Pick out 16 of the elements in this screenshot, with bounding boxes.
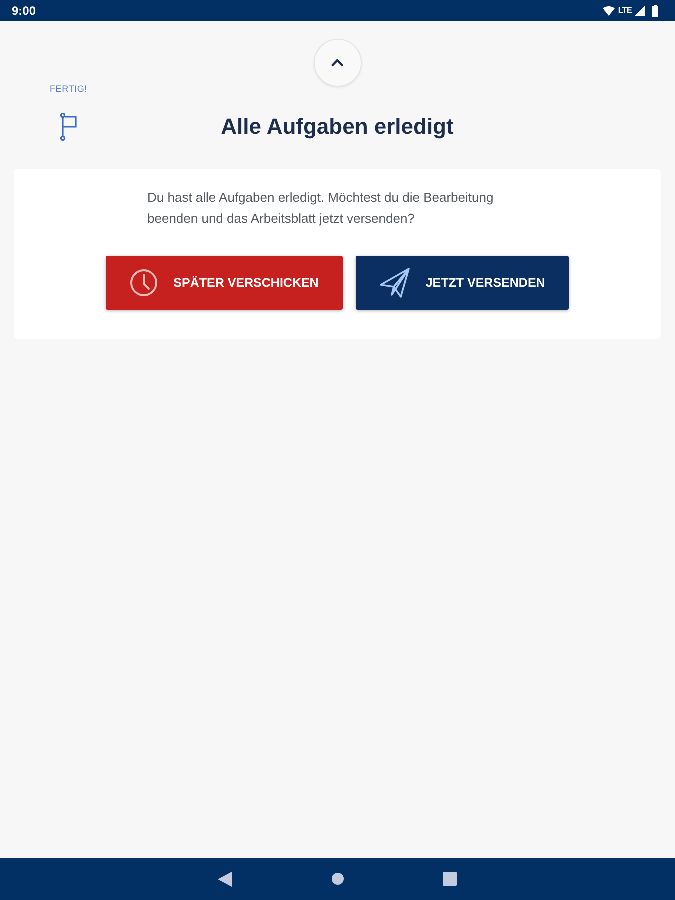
signal-icon — [635, 6, 645, 16]
page-title: Alle Aufgaben erledigt — [221, 113, 454, 141]
clock-icon — [130, 269, 158, 297]
send-later-button[interactable]: SPÄTER VERSCHICKEN — [106, 256, 343, 310]
back-icon[interactable] — [218, 872, 232, 886]
wifi-icon — [603, 6, 616, 16]
send-now-button[interactable]: JETZT VERSENDEN — [356, 256, 570, 310]
message-text: Du hast alle Aufgaben erledigt. Möchtest du die Bearbeitung beenden und das Arbeitsblatt jetzt versenden? — [148, 189, 495, 228]
home-icon[interactable] — [332, 873, 344, 885]
battery-icon — [652, 4, 659, 16]
paper-plane-icon — [380, 268, 410, 298]
chevron-up-icon — [331, 59, 344, 67]
flag-icon — [60, 113, 78, 141]
network-type: LTE — [618, 6, 632, 16]
step-label: FERTIG! — [50, 84, 88, 94]
status-time: 9:00 — [12, 4, 36, 18]
